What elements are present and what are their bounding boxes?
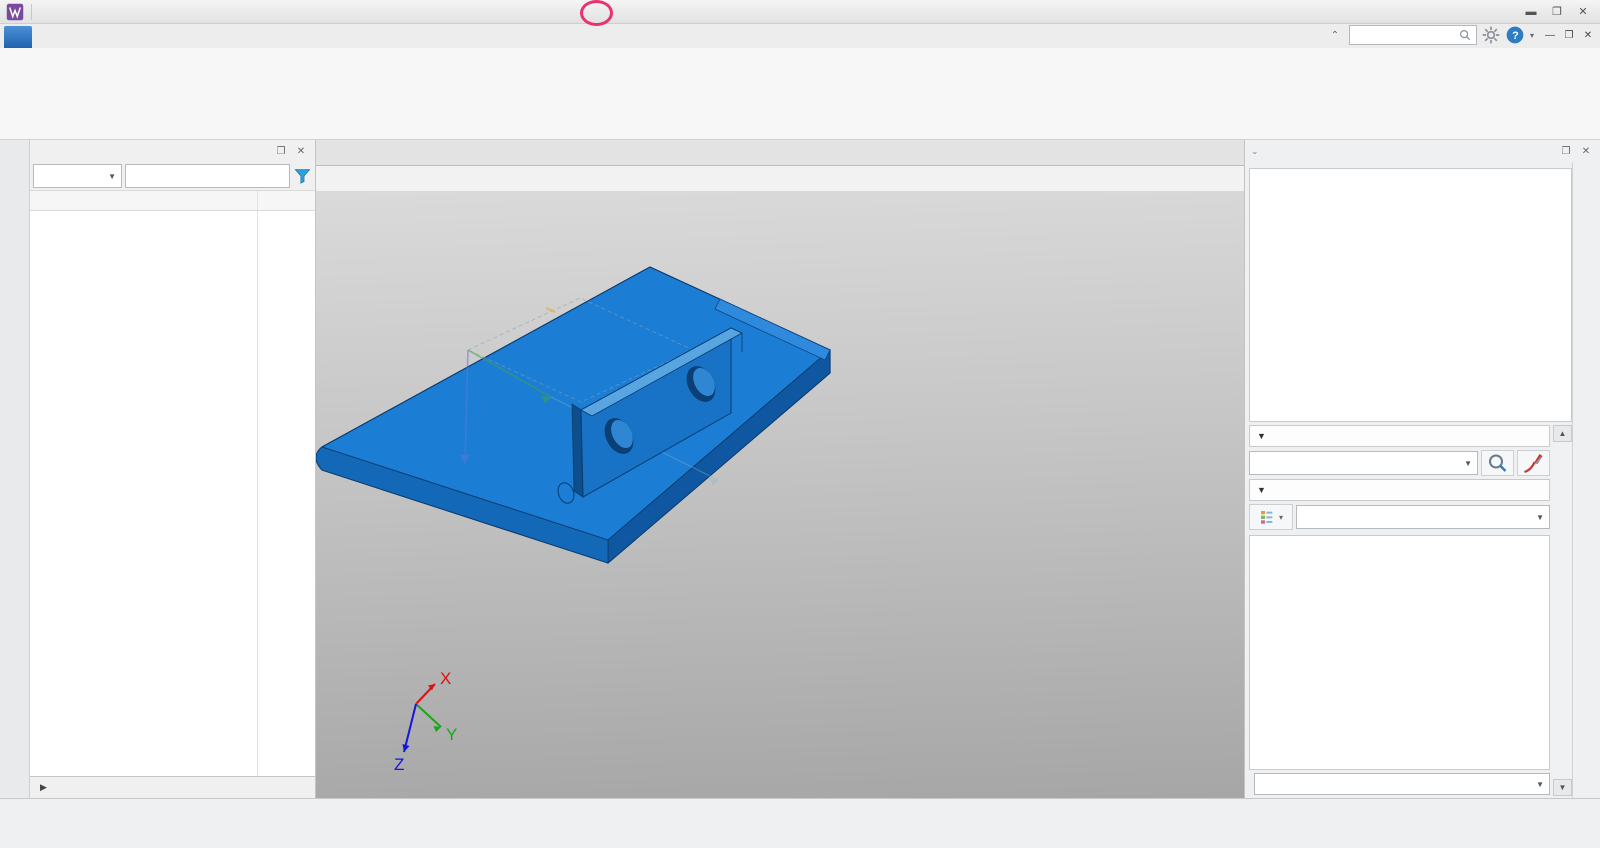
scroll-track[interactable] [1553,442,1572,779]
main-area: ❐ ✕ ▼ ▶ X Y Z ⌄ ❐ ✕ ▼ ▼ ▼ ▾ ▼ ▼ ▲ ▼ [0,140,1600,798]
advanced-search-tool-button[interactable] [1517,450,1550,476]
chevron-down-icon: ▾ [1278,512,1283,522]
search-go-button[interactable] [1481,450,1514,476]
object-list-combo[interactable]: ▼ [1254,773,1550,795]
scroll-down-button[interactable]: ▼ [1553,779,1572,796]
object-list-row: ▼ [1249,770,1550,796]
triangle-down-icon: ▼ [1257,431,1266,441]
panel-collapse-icon[interactable]: ⌄ [1251,146,1259,157]
status-bar-row [3,802,1597,830]
filelist-filter-row: ▾ ▼ [1249,501,1550,533]
command-search-input[interactable] [1353,28,1458,42]
ribbon-tab-bar: ⌃ ? ▾ — ❐ ✕ [0,24,1600,48]
panel-restore-icon[interactable]: ❐ [1558,144,1574,158]
manager-panel-header: ❐ ✕ [30,140,315,162]
filetype-filter-combo[interactable]: ▼ [1296,505,1550,529]
browser-side-tab-strip [1572,162,1600,798]
axis-x-label: X [440,669,451,688]
file-list-area[interactable] [1249,535,1550,770]
title-bar: ▬ ❐ ✕ [0,0,1600,26]
feature-tree [30,211,315,776]
manager-filter-toolbar: ▼ [30,162,315,190]
triangle-down-icon: ▼ [1257,485,1266,495]
help-icon[interactable]: ? [1505,25,1525,45]
folder-tree [1249,168,1572,422]
ribbon-tab-file[interactable] [4,26,32,48]
tree-filter-combo[interactable]: ▼ [33,164,123,188]
replay-bar[interactable]: ▶ [30,776,315,798]
file-browser-body: ▼ ▼ ▼ ▾ ▼ ▼ ▲ ▼ [1245,162,1600,798]
settings-gear-icon[interactable] [1481,25,1501,45]
status-bar [0,798,1600,848]
panel-restore-icon[interactable]: ❐ [273,144,289,158]
file-browser-header: ⌄ ❐ ✕ [1245,140,1600,162]
file-browser-content: ▼ ▼ ▼ ▾ ▼ ▼ ▲ ▼ [1245,162,1572,798]
left-panel-tab-strip [0,140,30,798]
close-button[interactable]: ✕ [1572,3,1594,21]
view-mode-grid-icon [1259,509,1275,525]
view-mode-dropdown[interactable]: ▾ [1249,504,1293,530]
manager-panel: ❐ ✕ ▼ ▶ [30,140,316,798]
panel-close-icon[interactable]: ✕ [1578,144,1594,158]
minimize-button[interactable]: ▬ [1520,3,1542,21]
restore-button[interactable]: ❐ [1546,3,1568,21]
ribbon-toolbar [0,48,1600,140]
viewport-3d[interactable]: X Y Z [316,192,1244,798]
file-browser-panel: ⌄ ❐ ✕ ▼ ▼ ▼ ▾ ▼ ▼ ▲ ▼ [1244,140,1600,798]
filelist-section-header[interactable]: ▼ [1249,479,1550,501]
search-section-header[interactable]: ▼ [1249,425,1550,447]
window-title [0,0,1600,24]
axis-z-label: Z [394,755,404,774]
chevron-down-icon: ▼ [1536,512,1544,522]
viewport-toolbar [316,166,1244,192]
panel-close-icon[interactable]: ✕ [293,144,309,158]
ribbon-collapse-icon[interactable]: ⌃ [1325,25,1345,45]
chevron-down-icon: ▼ [1536,779,1544,789]
axis-y-label: Y [446,725,457,744]
svg-text:?: ? [1512,30,1519,42]
file-search-combo[interactable]: ▼ [1249,451,1478,475]
browser-sections: ▼ ▼ ▼ ▾ ▼ ▼ ▲ ▼ [1249,425,1572,796]
document-window-controls: — ❐ ✕ [1542,30,1596,41]
document-area: X Y Z [316,140,1244,798]
doc-minimize-button[interactable]: — [1542,30,1558,41]
coordinate-triad: X Y Z [394,669,457,774]
browser-scrollbar: ▲ ▼ [1553,425,1572,796]
chevron-right-icon: ▶ [40,782,47,792]
search-icon [1458,28,1472,42]
chevron-down-icon: ▼ [1464,458,1472,468]
chevron-down-icon: ▼ [108,171,117,181]
help-dropdown-icon[interactable]: ▾ [1530,31,1534,40]
search-row: ▼ [1249,447,1550,479]
command-search-box[interactable] [1348,25,1477,45]
window-controls: ▬ ❐ ✕ [1520,3,1594,21]
scroll-up-button[interactable]: ▲ [1553,425,1572,442]
filter-funnel-icon[interactable] [293,164,312,188]
doc-restore-button[interactable]: ❐ [1561,30,1577,41]
feature-tree-column-header [30,190,315,211]
ribbon-right-controls: ⌃ ? ▾ — ❐ ✕ [1325,25,1596,45]
document-tab-bar [316,140,1244,166]
doc-close-button[interactable]: ✕ [1580,30,1596,41]
zw3d-application-window: ▬ ❐ ✕ ⌃ ? ▾ — ❐ ✕ ❐ ✕ ▼ ▶ X Y Z ⌄ ❐ ✕ ▼ … [0,0,1600,848]
tree-search-input[interactable] [125,164,291,188]
